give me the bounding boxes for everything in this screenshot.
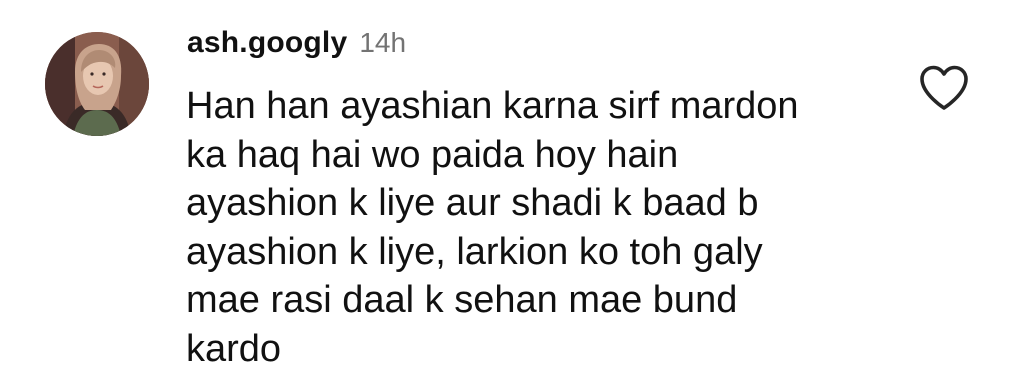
like-button[interactable]	[918, 64, 970, 112]
comment-item: ash.googly 14h Han han ayashian karna si…	[0, 0, 1024, 374]
comment-text: Han han ayashian karna sirf mardon ka ha…	[186, 85, 799, 370]
timestamp: 14h	[359, 27, 407, 58]
username[interactable]: ash.googly	[187, 26, 347, 60]
heart-outline-icon	[920, 65, 968, 110]
profile-photo	[45, 32, 149, 136]
comment-header: ash.googly 14h	[187, 26, 406, 66]
avatar[interactable]	[45, 32, 149, 136]
